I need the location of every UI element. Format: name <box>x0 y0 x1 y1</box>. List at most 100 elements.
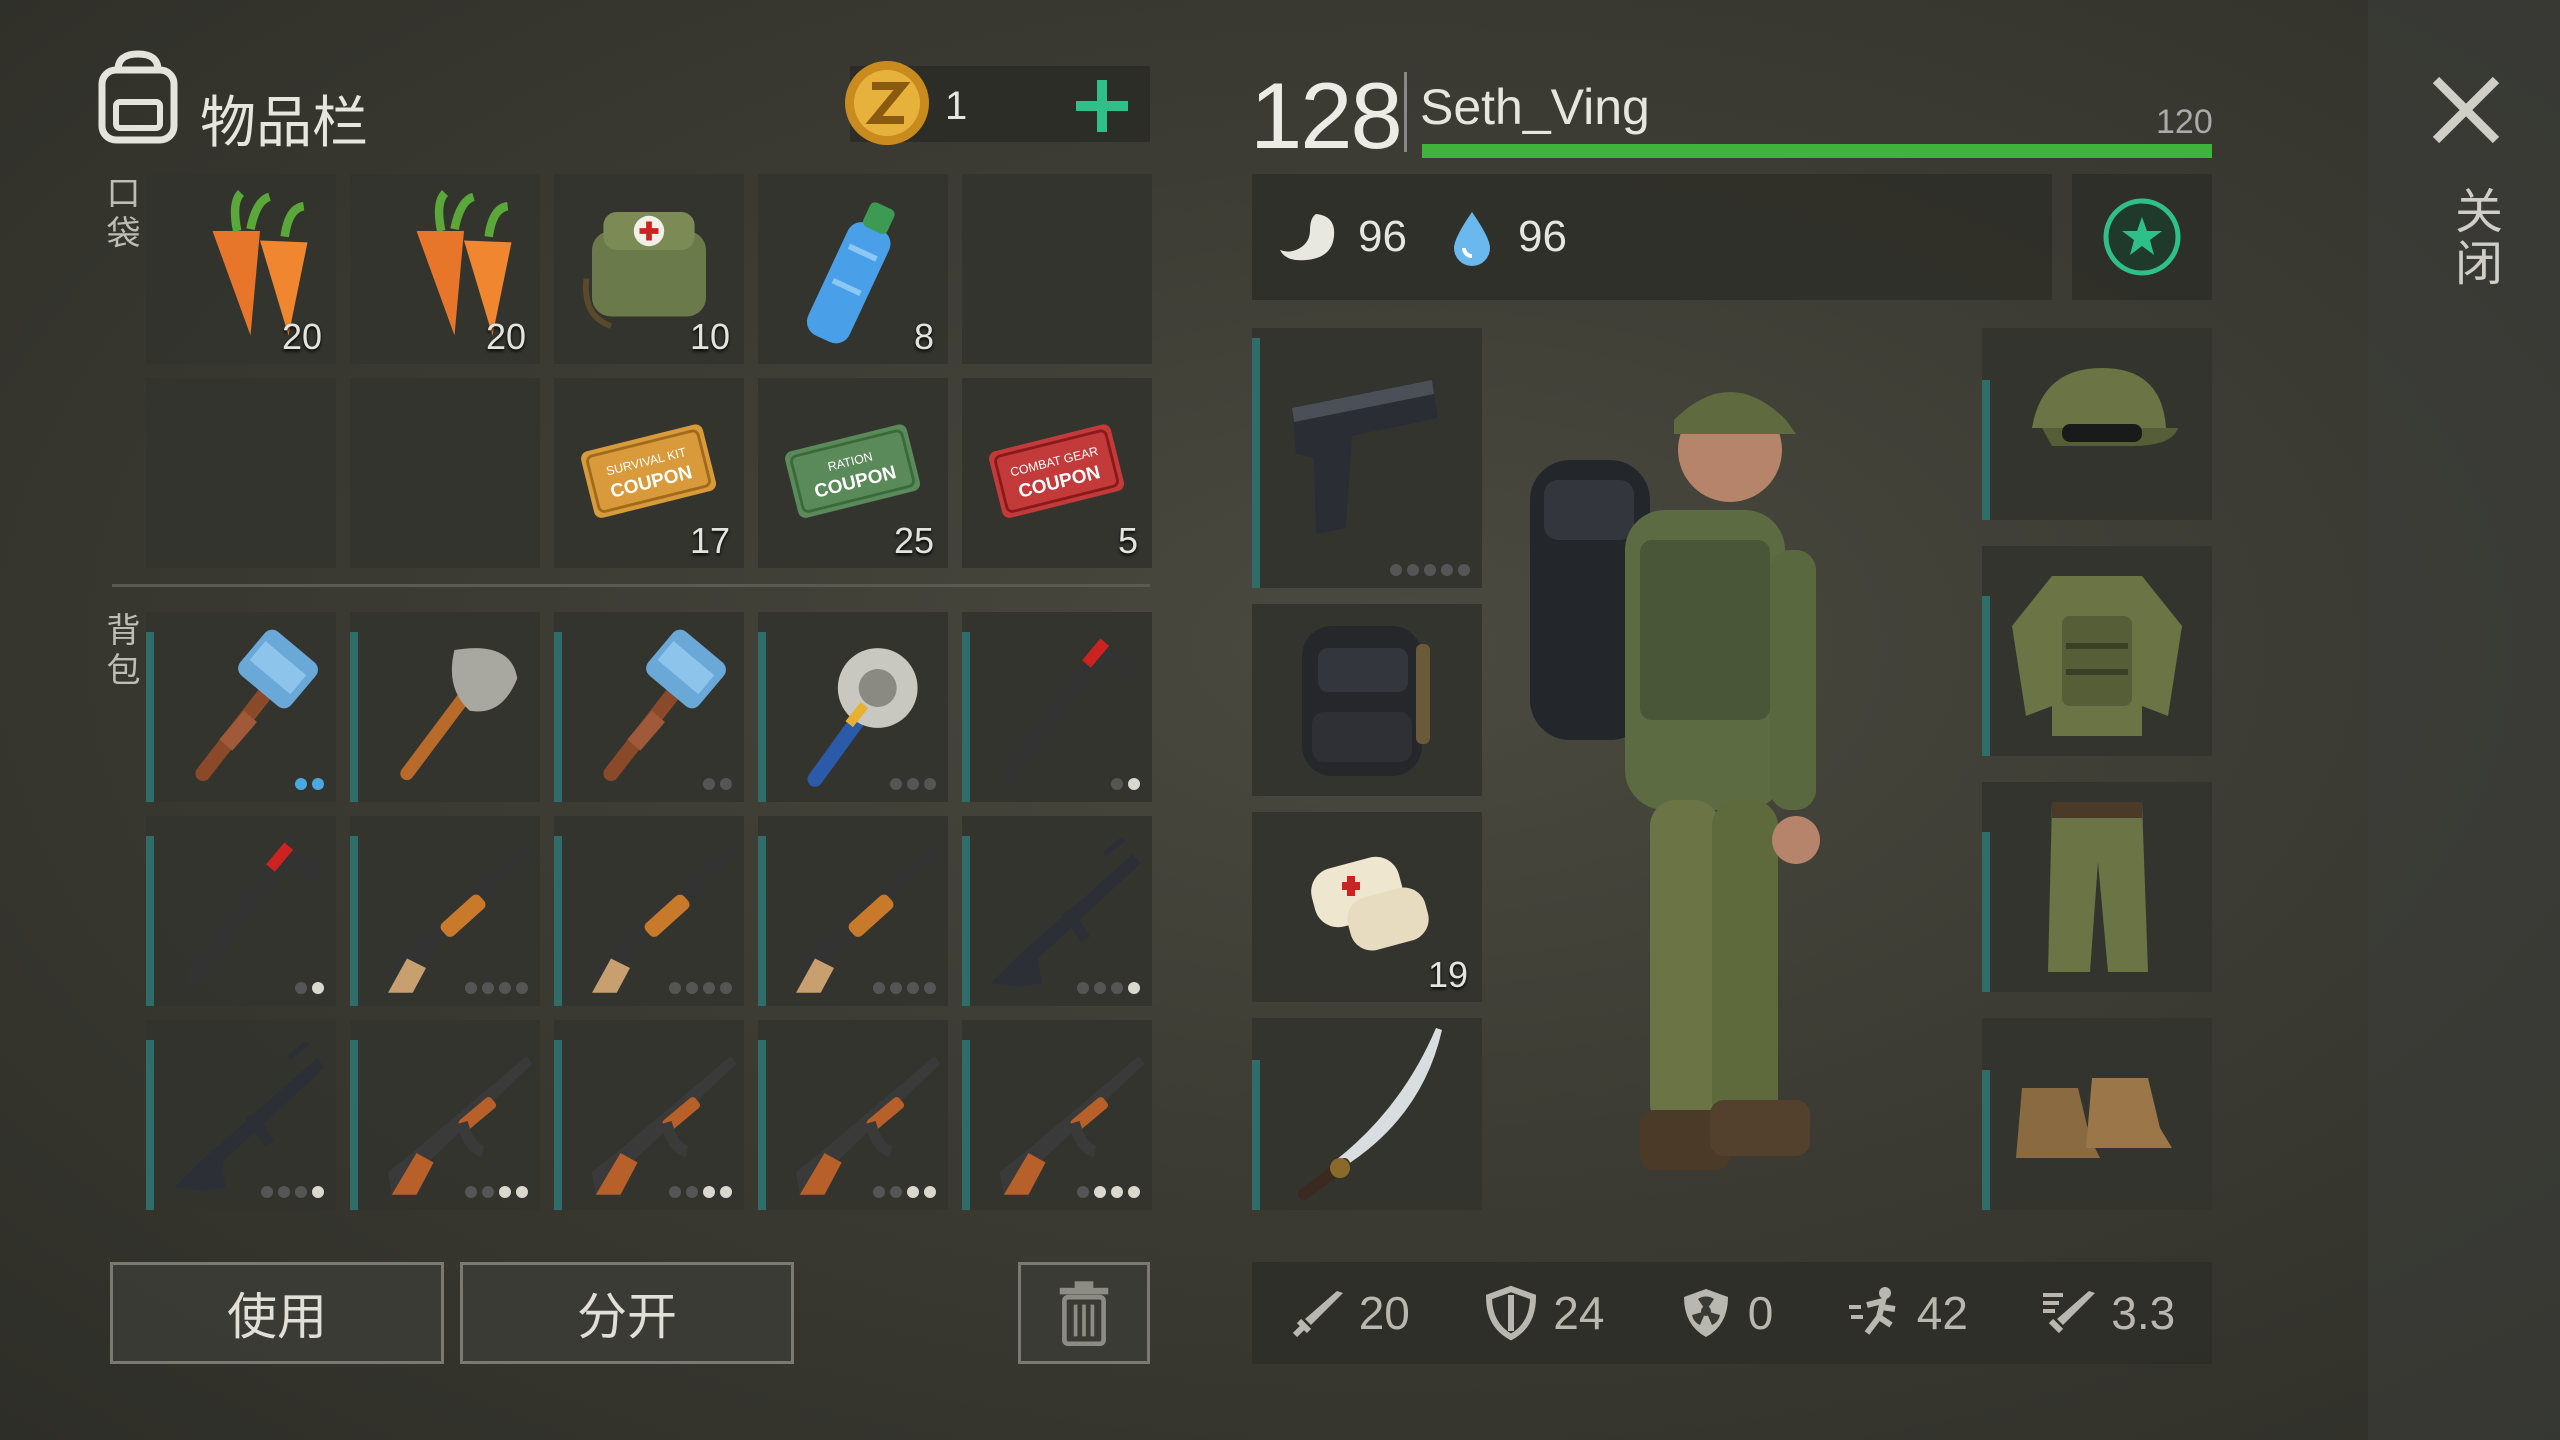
crowbar-icon <box>185 842 321 986</box>
backpack-item-slot[interactable] <box>758 816 948 1006</box>
upgrade-dots <box>465 1186 528 1198</box>
armor-stat: 24 <box>1483 1285 1604 1341</box>
backpack-item-slot[interactable] <box>962 816 1152 1006</box>
use-button[interactable]: 使用 <box>110 1262 444 1364</box>
pocket-item-slot[interactable]: 20 <box>350 174 540 364</box>
speed-value: 42 <box>1916 1287 1968 1339</box>
backpack-item-slot[interactable] <box>554 1020 744 1210</box>
damage-value: 20 <box>1358 1287 1410 1339</box>
upgrade-dots <box>669 982 732 994</box>
item-quantity: 20 <box>281 316 322 357</box>
crowbar-icon <box>1001 638 1137 782</box>
shotgun-icon <box>796 844 939 993</box>
food-value: 96 <box>1358 212 1407 261</box>
star-badge-icon <box>2103 198 2181 276</box>
backpack-item-slot[interactable] <box>962 612 1152 802</box>
item-quantity: 25 <box>893 520 934 561</box>
toxic-armor-stat: 0 <box>1678 1285 1774 1341</box>
radiation-shield-icon <box>1683 1289 1728 1337</box>
add-coins-button[interactable] <box>1068 72 1136 140</box>
boots-slot[interactable] <box>1982 1018 2212 1210</box>
camo-cap-icon <box>2032 368 2178 446</box>
sword-icon <box>1292 1291 1343 1338</box>
backpack-item-slot[interactable] <box>146 816 336 1006</box>
backpack-item-slot[interactable] <box>758 1020 948 1210</box>
backpack-item-slot[interactable] <box>554 816 744 1006</box>
shield-icon <box>1486 1285 1537 1341</box>
trash-button[interactable] <box>1018 1262 1150 1364</box>
player-character <box>1500 370 1900 1220</box>
weapon-slot-pistol[interactable] <box>1252 328 1482 588</box>
shotgun-icon <box>592 844 735 993</box>
assault-rifle-icon <box>174 1040 325 1191</box>
coin-count: 1 <box>945 84 968 128</box>
player-name: Seth_Ving <box>1420 79 1650 135</box>
section-divider <box>112 584 1150 587</box>
shotgun-icon <box>388 844 531 993</box>
pocket-item-slot[interactable]: RATION COUPON 25 <box>758 378 948 568</box>
close-label[interactable]: 关闭 <box>2438 186 2508 290</box>
upgrade-dots <box>669 1186 732 1198</box>
backpack-item-slot[interactable] <box>146 1020 336 1210</box>
jacket-slot[interactable] <box>1982 546 2212 756</box>
katana-icon <box>1298 1028 1442 1200</box>
backpack-label: 背包 <box>101 612 139 692</box>
pants-slot[interactable] <box>1982 782 2212 992</box>
pocket-item-slot[interactable]: 20 <box>146 174 336 364</box>
perks-button[interactable] <box>2072 174 2212 300</box>
split-button[interactable]: 分开 <box>460 1262 794 1364</box>
pocket-item-slot[interactable] <box>146 378 336 568</box>
attack-speed-value: 3.3 <box>2111 1287 2176 1339</box>
damage-stat: 20 <box>1289 1285 1410 1341</box>
melee-slot[interactable] <box>1252 1018 1482 1210</box>
backpack-slot[interactable] <box>1252 604 1482 796</box>
pocket-item-slot[interactable] <box>962 174 1152 364</box>
bandage-qty: 19 <box>1427 954 1468 995</box>
pocket-item-slot[interactable]: 8 <box>758 174 948 364</box>
close-button[interactable] <box>2426 70 2506 150</box>
fast-sword-icon <box>2043 1291 2096 1334</box>
backpack-item-slot[interactable] <box>758 612 948 802</box>
ak-rifle-icon <box>592 1056 737 1195</box>
player-level: 128 <box>1250 63 1403 168</box>
pocket-item-slot[interactable] <box>350 378 540 568</box>
boots-icon <box>2016 1078 2172 1158</box>
upgrade-dots <box>873 982 936 994</box>
pocket-item-slot[interactable]: 10 <box>554 174 744 364</box>
backpack-item-slot[interactable] <box>350 1020 540 1210</box>
backpack-item-slot[interactable] <box>350 816 540 1006</box>
item-quantity: 5 <box>1117 520 1138 561</box>
water-drop-icon <box>1450 210 1494 268</box>
running-icon <box>1848 1287 1896 1335</box>
level-divider <box>1404 72 1407 152</box>
ak-rifle-icon <box>388 1056 533 1195</box>
backpack-icon <box>88 48 188 148</box>
health-bar-track <box>1422 144 2212 158</box>
backpack-item-slot[interactable] <box>962 1020 1152 1210</box>
pocket-label: 口袋 <box>101 175 139 255</box>
backpack-item-slot[interactable] <box>554 612 744 802</box>
hat-slot[interactable] <box>1982 328 2212 520</box>
item-quantity: 8 <box>913 316 934 357</box>
pistol-icon <box>1292 380 1438 534</box>
health-bar-fill <box>1422 144 2212 158</box>
bandage-slot[interactable]: 19 <box>1252 812 1482 1002</box>
tactical-backpack-icon <box>1302 626 1430 776</box>
toxic-armor-value: 0 <box>1747 1287 1774 1339</box>
saw-mace-icon <box>807 648 918 787</box>
pocket-item-slot[interactable]: COMBAT GEAR COUPON 5 <box>962 378 1152 568</box>
upgrade-dots <box>703 778 732 790</box>
pocket-item-slot[interactable]: SURVIVAL KIT COUPON 17 <box>554 378 744 568</box>
hammer-icon <box>603 629 726 782</box>
inventory-title: 物品栏 <box>200 91 368 154</box>
close-icon <box>2432 76 2500 144</box>
coin-icon <box>842 58 932 148</box>
upgrade-dots <box>295 982 324 994</box>
upgrade-dots <box>890 778 936 790</box>
stats-bar: 20 24 0 42 3.3 <box>1252 1262 2212 1364</box>
camo-pants-icon <box>2048 802 2148 972</box>
upgrade-dots <box>1111 778 1140 790</box>
upgrade-dots <box>1077 982 1140 994</box>
backpack-item-slot[interactable] <box>146 612 336 802</box>
backpack-item-slot[interactable] <box>350 612 540 802</box>
